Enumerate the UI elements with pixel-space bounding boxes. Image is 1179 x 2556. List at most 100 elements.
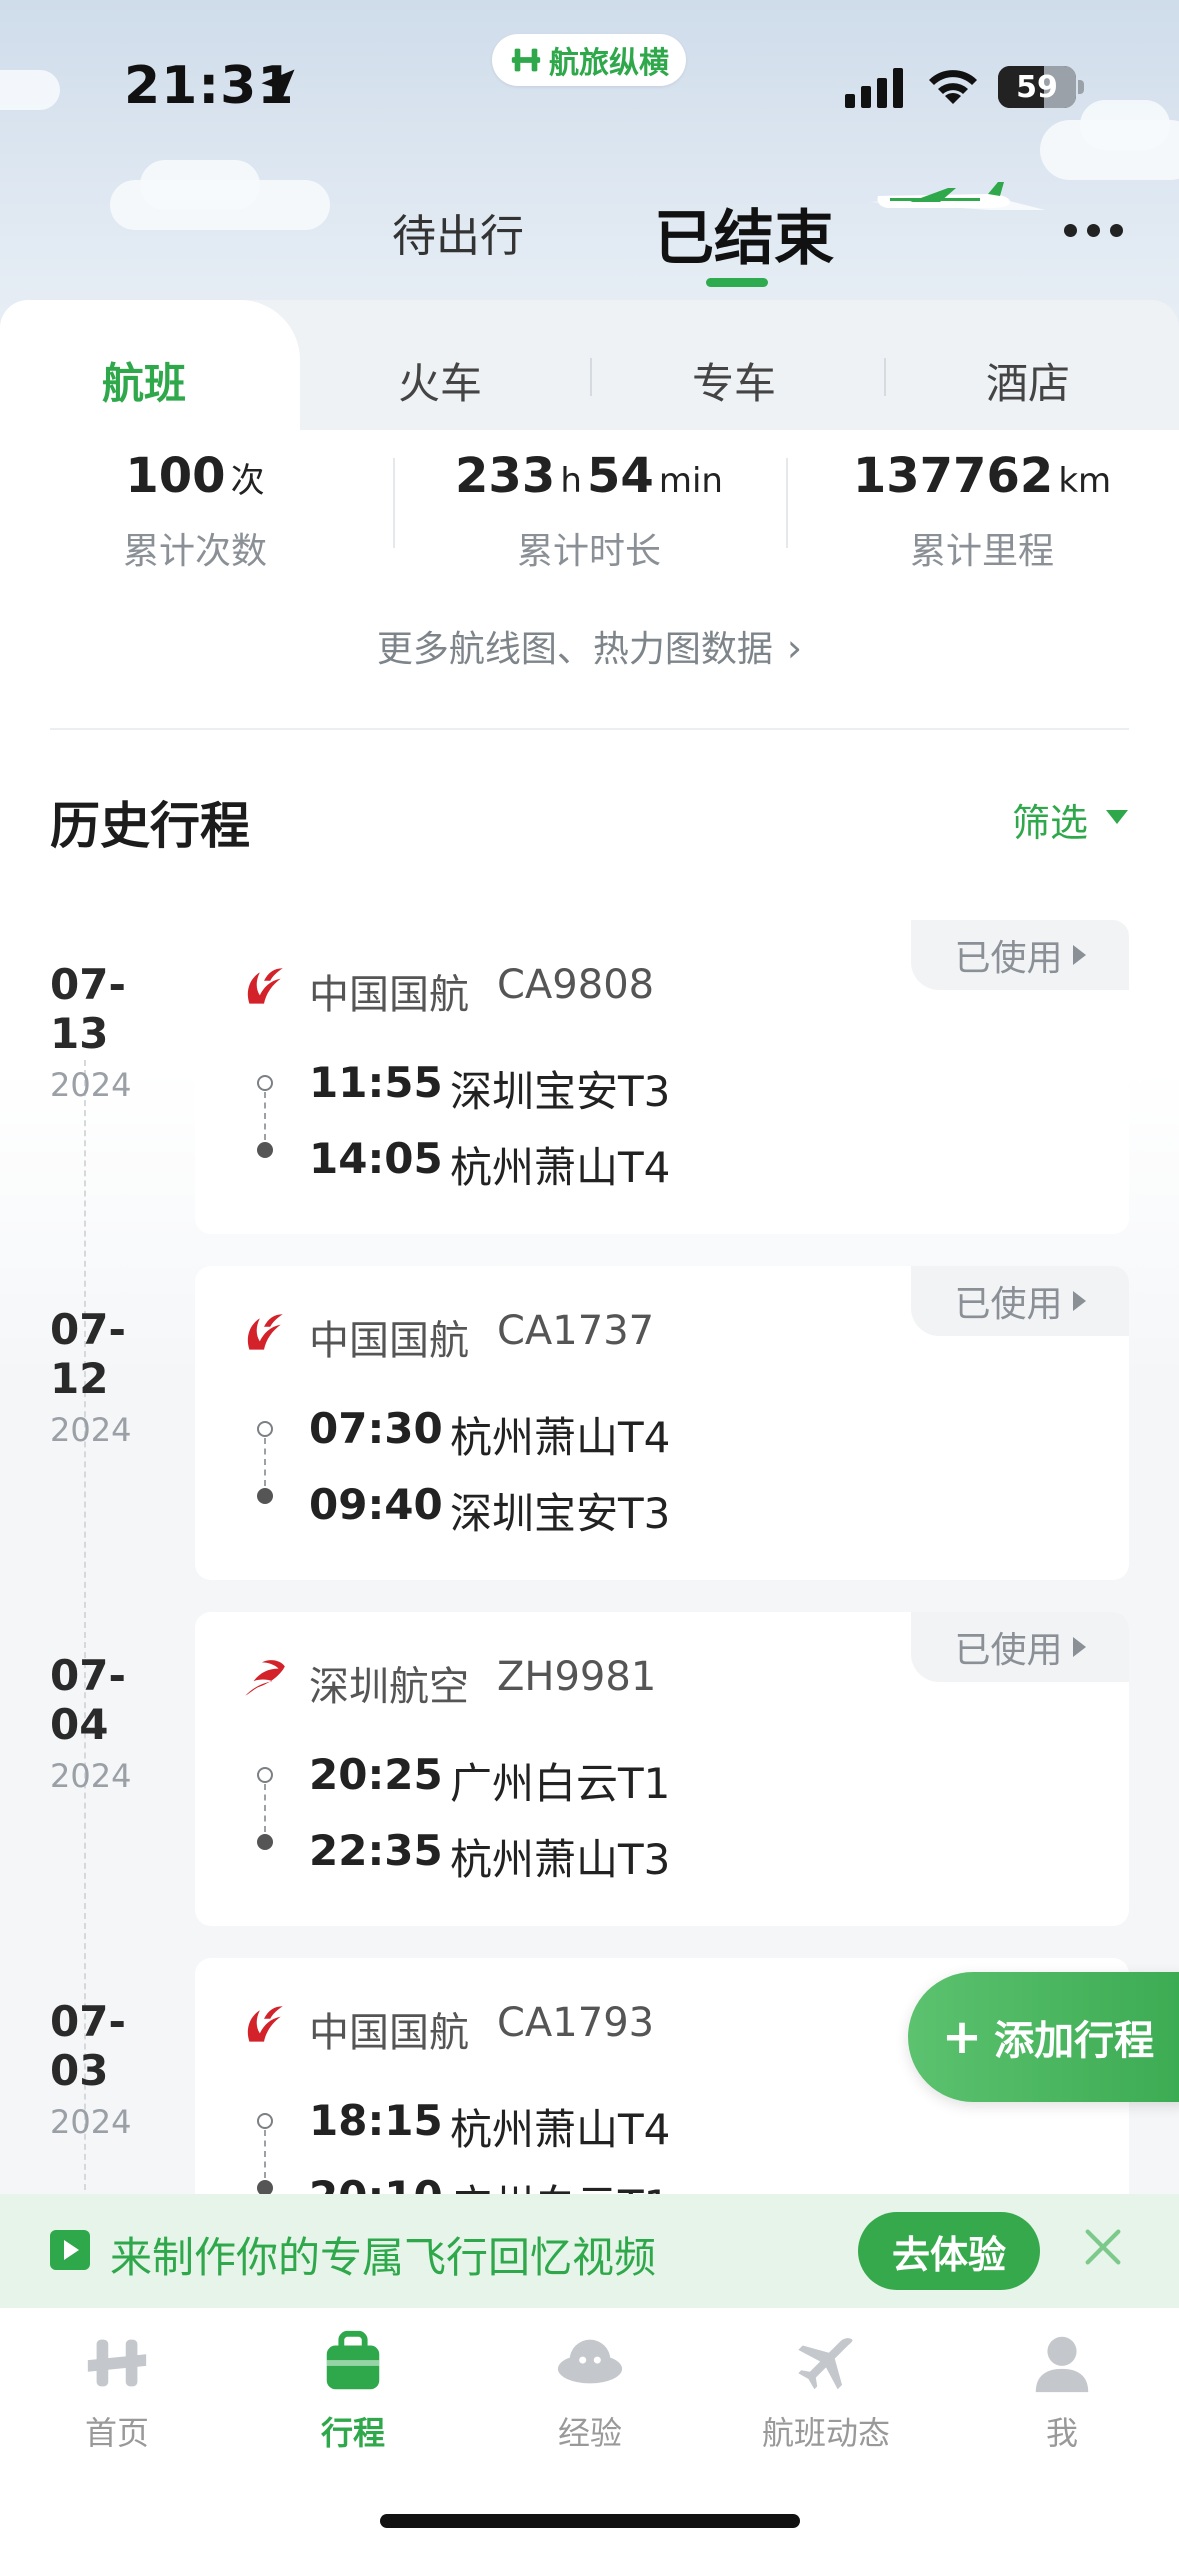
- tab-hotel[interactable]: 酒店: [986, 350, 1070, 411]
- stat-label: 累计次数: [122, 531, 267, 572]
- more-link-text: 更多航线图、热力图数据: [376, 629, 773, 670]
- back-to-app-pill[interactable]: 航旅纵横: [492, 34, 686, 86]
- status-badge[interactable]: 已使用: [911, 920, 1129, 990]
- battery-indicator: 59: [998, 66, 1076, 108]
- airline-name: 深圳航空: [309, 1664, 469, 1710]
- app-name: 航旅纵横: [549, 46, 669, 81]
- trip-card[interactable]: 已使用 中国国航 CA1737 07:30 杭州萧山T4 09:40 深圳宝安T…: [195, 1266, 1129, 1580]
- departure-time: 07:30: [309, 1404, 443, 1453]
- try-now-button[interactable]: 去体验: [858, 2212, 1040, 2290]
- shenzhen-airlines-logo-icon: [245, 1660, 285, 1696]
- tab-ended[interactable]: 已结束: [654, 190, 834, 277]
- trip-date: 07-12 2024: [50, 1305, 180, 1449]
- more-options-button[interactable]: [1064, 224, 1128, 240]
- airplane-illustration-icon: [870, 182, 1045, 210]
- plus-icon: +: [941, 2009, 983, 2065]
- arrival-airport: 杭州萧山T4: [450, 1143, 671, 1192]
- stat-label: 累计里程: [909, 531, 1054, 572]
- flight-number: CA1793: [497, 2000, 655, 2046]
- departure-airport: 广州白云T1: [450, 1759, 671, 1808]
- airline-name: 中国国航: [309, 972, 469, 1018]
- airline-name: 中国国航: [309, 2010, 469, 2056]
- location-arrow-icon: [261, 69, 295, 103]
- trip-date-year: 2024: [50, 1757, 132, 1795]
- nav-label: 经验: [557, 2414, 622, 2452]
- close-icon[interactable]: [1080, 2224, 1126, 2270]
- trip-date: 07-04 2024: [50, 1651, 180, 1795]
- route-line: [264, 1784, 266, 1832]
- arrival-time: 09:40: [309, 1480, 443, 1529]
- stat-total-duration: 233 h 54 min 累计时长: [439, 448, 739, 574]
- tab-flight[interactable]: 航班: [102, 350, 186, 411]
- person-icon: [1035, 2336, 1089, 2393]
- status-badge[interactable]: 已使用: [911, 1612, 1129, 1682]
- trip-date-year: 2024: [50, 1066, 132, 1104]
- nav-flight-status[interactable]: 航班动态: [726, 2328, 926, 2454]
- nav-trips[interactable]: 行程: [253, 2328, 453, 2454]
- trip-card[interactable]: 已使用 深圳航空 ZH9981 20:25 广州白云T1 22:35 杭州萧山T…: [195, 1612, 1129, 1926]
- departure-airport: 深圳宝安T3: [450, 1067, 671, 1116]
- stat-unit: 次: [230, 461, 265, 501]
- caret-down-icon: [1106, 810, 1128, 824]
- route-line: [264, 2130, 266, 2178]
- departure-time: 11:55: [309, 1058, 443, 1107]
- add-trip-button[interactable]: + 添加行程: [908, 1972, 1179, 2102]
- route-line: [264, 1438, 266, 1486]
- tab-divider: [884, 358, 886, 396]
- home-indicator: [380, 2514, 800, 2528]
- add-trip-label: 添加行程: [994, 2018, 1155, 2064]
- tab-divider: [590, 358, 592, 396]
- airplane-icon: [798, 2338, 853, 2390]
- caret-right-icon: [1072, 1291, 1086, 1311]
- more-map-data-link[interactable]: 更多航线图、热力图数据 ›: [0, 620, 1179, 672]
- nav-label: 首页: [84, 2414, 149, 2452]
- trip-card[interactable]: 已使用 中国国航 CA9808 11:55 深圳宝安T3 14:05 杭州萧山T…: [195, 920, 1129, 1234]
- trip-date-day: 07-13: [50, 960, 126, 1058]
- air-china-logo-icon: [247, 968, 283, 1004]
- tab-car[interactable]: 专车: [692, 350, 776, 411]
- trip-date-day: 07-04: [50, 1651, 126, 1749]
- promo-banner[interactable]: 来制作你的专属飞行回忆视频 去体验: [0, 2194, 1179, 2308]
- departure-airport: 杭州萧山T4: [450, 2105, 671, 2154]
- stat-value: 100: [125, 448, 226, 504]
- tab-pending[interactable]: 待出行: [392, 200, 524, 264]
- flight-number: ZH9981: [497, 1654, 657, 1700]
- stat-label: 累计时长: [516, 531, 661, 572]
- wifi-icon: [929, 70, 977, 104]
- trip-date-day: 07-03: [50, 1997, 126, 2095]
- status-badge[interactable]: 已使用: [911, 1266, 1129, 1336]
- active-tab-indicator: [706, 278, 768, 287]
- tab-train[interactable]: 火车: [398, 350, 482, 411]
- arrival-dot: [257, 1142, 273, 1158]
- departure-dot: [257, 1421, 273, 1437]
- status-bar: 21:31 航旅纵横 59: [0, 0, 1179, 170]
- departure-dot: [257, 1767, 273, 1783]
- more-dot-icon: [1110, 224, 1123, 237]
- more-dot-icon: [1087, 224, 1100, 237]
- planet-icon: [557, 2339, 623, 2384]
- departure-dot: [257, 1075, 273, 1091]
- arrival-dot: [257, 1488, 273, 1504]
- arrival-time: 14:05: [309, 1134, 443, 1183]
- departure-time: 20:25: [309, 1750, 443, 1799]
- nav-experience[interactable]: 经验: [490, 2328, 690, 2454]
- battery-percent: 59: [1016, 69, 1058, 105]
- departure-airport: 杭州萧山T4: [450, 1413, 671, 1462]
- arrival-dot: [257, 1834, 273, 1850]
- nav-home[interactable]: 首页: [17, 2328, 217, 2454]
- category-tab-bar: 航班 火车 专车 酒店: [0, 300, 1179, 440]
- status-text: 已使用: [954, 1630, 1063, 1671]
- promo-text: 来制作你的专属飞行回忆视频: [110, 2233, 657, 2282]
- stat-value: 233: [455, 448, 556, 504]
- cellular-signal-icon: [845, 68, 903, 108]
- divider: [50, 728, 1129, 730]
- history-title: 历史行程: [50, 797, 250, 855]
- arrival-airport: 杭州萧山T3: [450, 1835, 671, 1884]
- nav-label: 我: [1045, 2414, 1078, 2452]
- chevron-right-icon: ›: [786, 626, 803, 670]
- filter-button[interactable]: 筛选: [1012, 792, 1088, 847]
- nav-me[interactable]: 我: [962, 2328, 1162, 2454]
- flight-number: CA1737: [497, 1308, 655, 1354]
- suitcase-icon: [326, 2330, 380, 2390]
- arrival-time: 22:35: [309, 1826, 443, 1875]
